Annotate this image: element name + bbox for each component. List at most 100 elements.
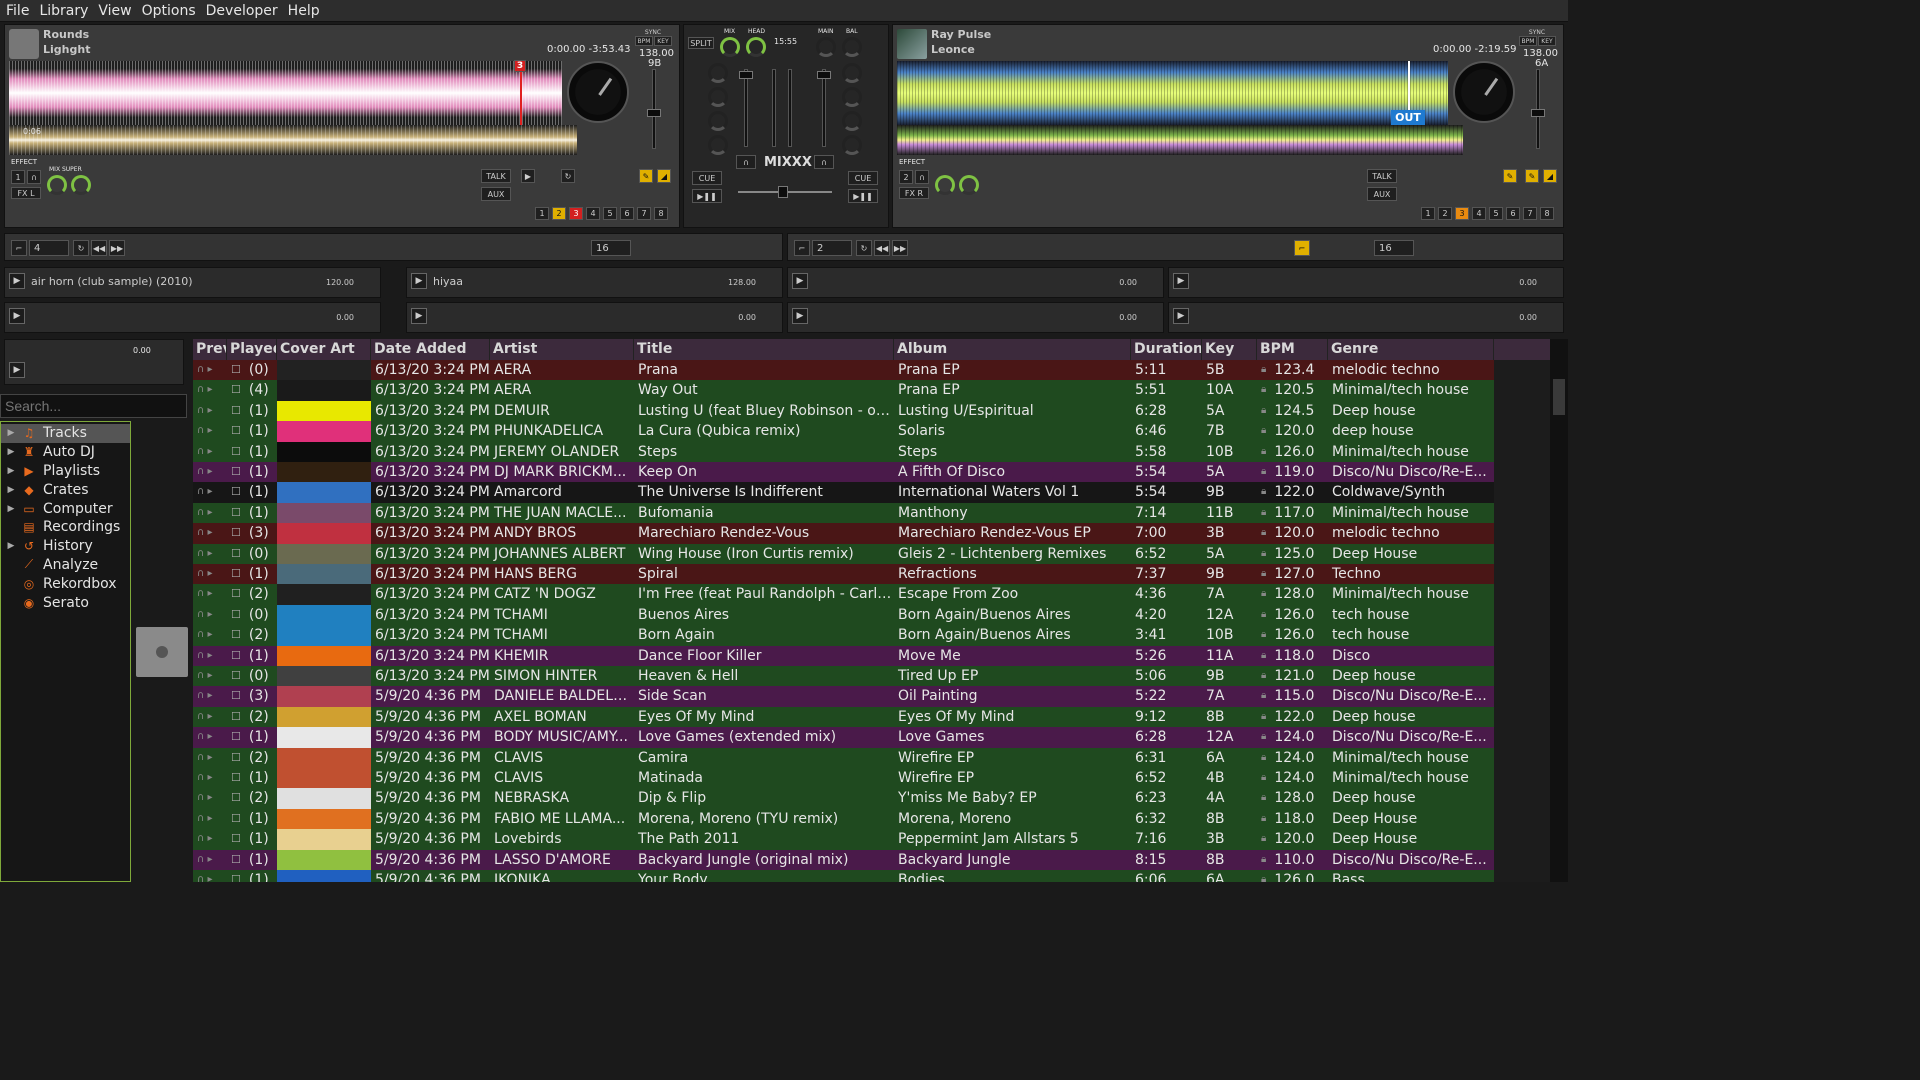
played-checkbox[interactable]: ☐ [231,625,241,645]
deck1-cover-icon[interactable] [9,29,39,59]
bpm-lock-icon[interactable]: 🔒︎ [1261,401,1266,421]
played-cell[interactable]: ☐ (0) [227,544,277,564]
menu-view[interactable]: View [98,3,131,19]
deck2-eq-low-knob[interactable] [842,135,862,155]
played-checkbox[interactable]: ☐ [231,564,241,584]
sampler-play-button[interactable]: ▶ [411,273,427,289]
deck1-beatjump-back[interactable]: ◀◀ [91,240,107,256]
column-header-bpm[interactable]: BPM [1257,339,1328,360]
head-gain-knob[interactable] [746,37,766,57]
preview-headphone-icon[interactable]: ∩ ▸ [193,360,227,380]
deck2-eq-high-knob[interactable] [842,87,862,107]
expand-arrow-icon[interactable]: ▶ [1,466,21,476]
deck2-rate-handle[interactable] [1531,109,1545,117]
bpm-lock-icon[interactable]: 🔒︎ [1261,646,1266,666]
played-cell[interactable]: ☐ (2) [227,748,277,768]
sidebar-item-serato[interactable]: ◉ Serato [1,593,130,612]
menu-file[interactable]: File [6,3,29,19]
sidebar-item-tracks[interactable]: ▶ ♫ Tracks [1,424,130,443]
deck2-hotcue-4[interactable]: 4 [1472,207,1486,220]
bpm-lock-icon[interactable]: 🔒︎ [1261,380,1266,400]
deck1-super-knob[interactable] [71,175,91,195]
deck2-beatjump-size[interactable]: 16 [1374,240,1414,256]
bpm-lock-icon[interactable]: 🔒︎ [1261,421,1266,441]
deck1-mix-knob[interactable] [47,175,67,195]
sampler-play-button[interactable]: ▶ [1173,308,1189,324]
search-input[interactable] [0,394,187,418]
deck2-hotcue-1[interactable]: 1 [1421,207,1435,220]
column-header-played[interactable]: Played [227,339,277,360]
deck1-eq-high-knob[interactable] [708,87,728,107]
bpm-lock-icon[interactable]: 🔒︎ [1261,564,1266,584]
deck1-overview[interactable] [9,125,577,155]
preview-headphone-icon[interactable]: ∩ ▸ [193,788,227,808]
table-row[interactable]: ∩ ▸ ☐ (1) 5/9/20 4:36 PM LASSO D'AMORE Backya… [193,849,1494,870]
played-cell[interactable]: ☐ (0) [227,605,277,625]
table-row[interactable]: ∩ ▸ ☐ (1) 6/13/20 3:24 PM THE JUAN MACLE... B… [193,502,1494,524]
deck1-eq-mid-knob[interactable] [708,111,728,131]
deck2-beatjump-fwd[interactable]: ▶▶ [892,240,908,256]
column-header-cover-art[interactable]: Cover Art [277,339,371,360]
menu-help[interactable]: Help [288,3,320,19]
deck1-rate-handle[interactable] [647,109,661,117]
preview-headphone-icon[interactable]: ∩ ▸ [193,809,227,829]
column-header-genre[interactable]: Genre [1328,339,1494,360]
table-scrollbar[interactable] [1550,339,1568,882]
table-row[interactable]: ∩ ▸ ☐ (2) 5/9/20 4:36 PM CLAVIS Camira Wirefir… [193,747,1494,768]
table-row[interactable]: ∩ ▸ ☐ (1) 5/9/20 4:36 PM BODY MUSIC/AMY... Lo… [193,727,1494,748]
deck1-fx1-button[interactable]: 1 [11,170,25,184]
preview-headphone-icon[interactable]: ∩ ▸ [193,727,227,747]
deck2-bpm-button[interactable]: BPM [1519,36,1537,46]
bpm-lock-icon[interactable]: 🔒︎ [1261,544,1266,564]
deck2-hotcue-toggle[interactable]: ✎ [1525,169,1539,183]
preview-headphone-icon[interactable]: ∩ ▸ [193,544,227,564]
deck2-hotcue-3[interactable]: 3 [1455,207,1469,220]
bpm-lock-icon[interactable]: 🔒︎ [1261,523,1266,543]
played-cell[interactable]: ☐ (4) [227,380,277,400]
played-checkbox[interactable]: ☐ [231,748,241,768]
played-checkbox[interactable]: ☐ [231,605,241,625]
table-row[interactable]: ∩ ▸ ☐ (1) 5/9/20 4:36 PM IKONIKA Your Body Bod… [193,870,1494,882]
preview-play-button[interactable]: ▶ [9,362,25,378]
played-cell[interactable]: ☐ (1) [227,870,277,882]
split-button[interactable]: SPLIT [688,37,714,49]
deck1-reloop-button[interactable]: ↻ [73,240,89,256]
deck1-hotcue-2[interactable]: 2 [552,207,566,220]
deck1-hotcue-3[interactable]: 3 [569,207,583,220]
deck1-cue-button[interactable]: CUE [692,171,722,185]
preview-headphone-icon[interactable]: ∩ ▸ [193,707,227,727]
played-cell[interactable]: ☐ (1) [227,768,277,788]
bpm-lock-icon[interactable]: 🔒︎ [1261,809,1266,829]
table-row[interactable]: ∩ ▸ ☐ (1) 5/9/20 4:36 PM CLAVIS Matinada Wiref… [193,768,1494,789]
deck1-play-sampler-button[interactable]: ▶ [521,169,535,183]
deck2-hotcue-5[interactable]: 5 [1489,207,1503,220]
played-cell[interactable]: ☐ (2) [227,707,277,727]
deck2-quantize-button[interactable]: ✎ [1503,169,1517,183]
deck1-talk-button[interactable]: TALK [481,169,511,183]
preview-headphone-icon[interactable]: ∩ ▸ [193,482,227,502]
deck2-gain-knob[interactable] [842,63,862,83]
played-cell[interactable]: ☐ (1) [227,564,277,584]
played-checkbox[interactable]: ☐ [231,870,241,882]
preview-headphone-icon[interactable]: ∩ ▸ [193,523,227,543]
played-checkbox[interactable]: ☐ [231,850,241,870]
played-checkbox[interactable]: ☐ [231,442,241,462]
table-row[interactable]: ∩ ▸ ☐ (0) 6/13/20 3:24 PM SIMON HINTER Heaven… [193,666,1494,687]
deck1-fxl-button[interactable]: FX L [11,187,41,199]
table-row[interactable]: ∩ ▸ ☐ (1) 6/13/20 3:24 PM JEREMY OLANDER Step… [193,441,1494,462]
deck1-pfl-button[interactable]: ∩ [736,155,756,169]
deck2-super-knob[interactable] [959,175,979,195]
deck2-hotcue-8[interactable]: 8 [1540,207,1554,220]
deck1-loop-size-spinner[interactable]: 4 [29,240,69,256]
table-row[interactable]: ∩ ▸ ☐ (1) 6/13/20 3:24 PM DJ MARK BRICKM... K… [193,462,1494,483]
table-row[interactable]: ∩ ▸ ☐ (1) 6/13/20 3:24 PM PHUNKADELICA La Cur… [193,421,1494,442]
preview-headphone-icon[interactable]: ∩ ▸ [193,829,227,849]
deck2-cover-art[interactable] [897,29,927,59]
played-checkbox[interactable]: ☐ [231,707,241,727]
deck2-spinny[interactable] [1453,61,1515,123]
sampler-play-button[interactable]: ▶ [792,273,808,289]
played-cell[interactable]: ☐ (3) [227,686,277,706]
table-row[interactable]: ∩ ▸ ☐ (2) 5/9/20 4:36 PM NEBRASKA Dip & Flip Y… [193,788,1494,809]
bpm-lock-icon[interactable]: 🔒︎ [1261,748,1266,768]
preview-headphone-icon[interactable]: ∩ ▸ [193,666,227,686]
